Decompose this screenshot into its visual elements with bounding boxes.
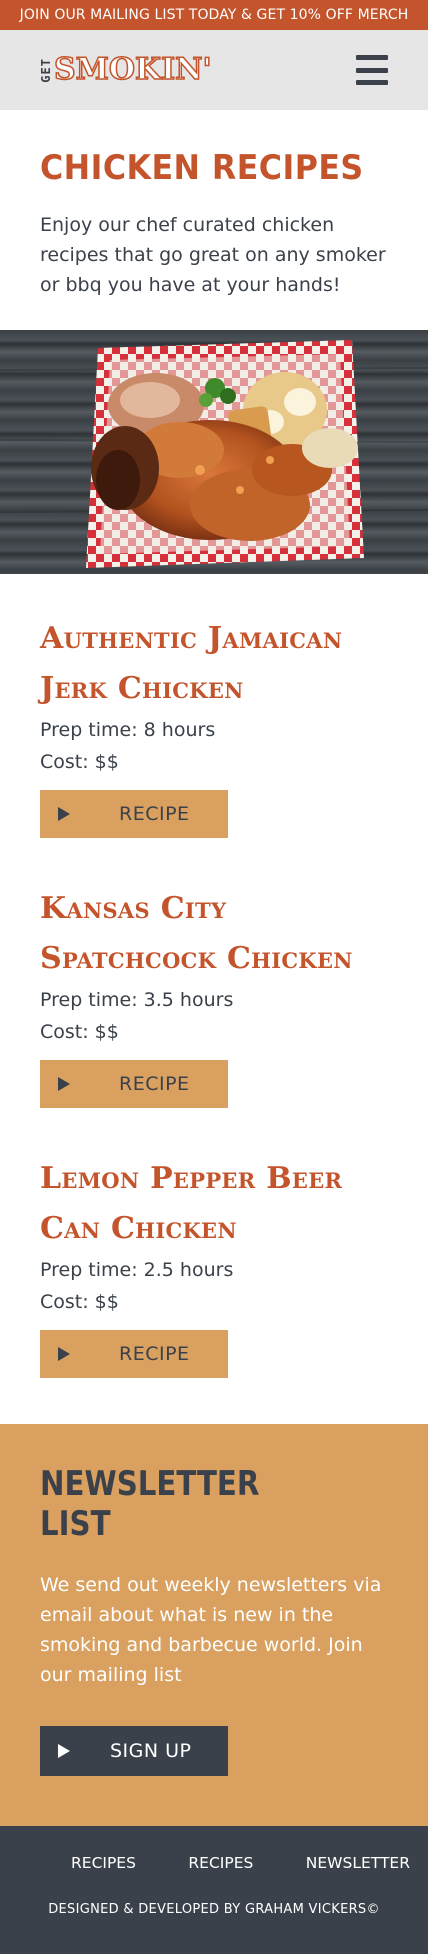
page-title: CHICKEN RECIPES [40,148,364,188]
play-icon [58,807,70,821]
chicken-platter-illustration [0,340,428,568]
site-logo[interactable]: GET SMOKIN' [39,52,212,88]
recipe-button-label: RECIPE [119,1073,190,1095]
recipe-cost: Cost: $$ [40,1021,119,1043]
recipe-card: Lemon Pepper Beer Can Chicken Prep time:… [40,1154,388,1378]
recipe-cost: Cost: $$ [40,751,119,773]
promo-text: JOIN OUR MAILING LIST TODAY & GET 10% OF… [19,7,409,23]
play-icon [58,1077,70,1091]
play-icon [58,1744,70,1758]
menu-bar [356,80,388,85]
footer-nav: RECIPES RECIPES NEWSLETTER [0,1854,428,1872]
recipe-prep-time: Prep time: 2.5 hours [40,1259,234,1281]
recipe-button-label: RECIPE [119,803,190,825]
recipe-card: Authentic Jamaican Jerk Chicken Prep tim… [40,614,388,838]
sign-up-button[interactable]: SIGN UP [40,1726,228,1776]
recipe-button[interactable]: RECIPE [40,1330,228,1378]
intro-section: CHICKEN RECIPES Enjoy our chef curated c… [0,110,428,330]
menu-bar [356,67,388,73]
newsletter-text: We send out weekly newsletters via email… [40,1574,382,1686]
footer-link-recipes[interactable]: RECIPES [71,1854,136,1872]
recipe-list: Authentic Jamaican Jerk Chicken Prep tim… [0,574,428,1378]
promo-banner[interactable]: JOIN OUR MAILING LIST TODAY & GET 10% OF… [0,0,428,30]
recipe-prep-time: Prep time: 8 hours [40,719,216,741]
recipe-name: Authentic Jamaican Jerk Chicken [40,621,343,706]
site-header: GET SMOKIN' [0,30,428,110]
newsletter-section: NEWSLETTER LIST We send out weekly newsl… [0,1424,428,1826]
site-footer: RECIPES RECIPES NEWSLETTER DESIGNED & DE… [0,1826,428,1954]
play-icon [58,1347,70,1361]
recipe-name: Kansas City Spatchcock Chicken [40,891,353,976]
footer-link-newsletter[interactable]: NEWSLETTER [306,1854,410,1872]
recipe-card: Kansas City Spatchcock Chicken Prep time… [40,884,388,1108]
recipe-button-label: RECIPE [119,1343,190,1365]
logo-get-text: GET [39,57,53,83]
recipe-cost: Cost: $$ [40,1291,119,1313]
footer-link-recipes[interactable]: RECIPES [188,1854,253,1872]
footer-credit: DESIGNED & DEVELOPED BY GRAHAM VICKERS© [48,1902,380,1917]
logo-smokin-text: SMOKIN' [53,52,212,88]
recipe-prep-time: Prep time: 3.5 hours [40,989,234,1011]
hamburger-menu-icon[interactable] [356,55,388,85]
intro-text: Enjoy our chef curated chicken recipes t… [40,214,386,296]
sign-up-label: SIGN UP [110,1740,192,1762]
recipe-name: Lemon Pepper Beer Can Chicken [40,1161,343,1246]
recipe-button[interactable]: RECIPE [40,790,228,838]
newsletter-title: NEWSLETTER LIST [40,1464,260,1544]
hero-image-chicken-platter [0,330,428,574]
recipe-button[interactable]: RECIPE [40,1060,228,1108]
menu-bar [356,55,388,60]
